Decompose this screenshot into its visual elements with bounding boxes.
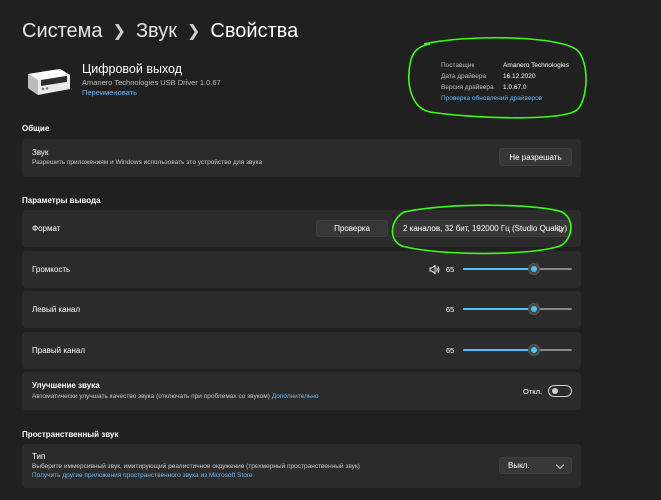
enhance-toggle[interactable] [548, 385, 572, 397]
right-channel-value: 65 [446, 346, 455, 355]
section-general-title: Общие [22, 124, 50, 133]
slider-thumb[interactable] [527, 263, 540, 275]
volume-slider[interactable] [463, 263, 572, 275]
enhance-audio-title: Улучшение звука [32, 381, 100, 390]
enhance-audio-card: Улучшение звука Автоматически улучшать к… [22, 372, 581, 410]
format-card: Формат Проверка 2 каналов, 32 бит, 19200… [22, 210, 581, 247]
enhance-toggle-state: Откл. [523, 387, 543, 396]
volume-title: Громкость [32, 265, 71, 274]
section-output-title: Параметры вывода [22, 196, 101, 205]
check-driver-updates-link[interactable]: Проверка обновлений драйверов [441, 95, 581, 106]
breadcrumb-system[interactable]: Система [22, 20, 103, 43]
chevron-right-icon: ❯ [186, 23, 201, 40]
left-channel-slider[interactable] [463, 303, 572, 315]
driver-version-value: 1.0.67.0 [503, 84, 527, 91]
breadcrumb-sound[interactable]: Звук [136, 20, 177, 43]
disallow-button[interactable]: Не разрешать [499, 148, 572, 166]
breadcrumb: Система ❯ Звук ❯ Свойства [22, 17, 298, 45]
format-select[interactable]: 2 каналов, 32 бит, 192000 Гц (Studio Qua… [394, 220, 572, 237]
device-name: Цифровой выход [82, 62, 183, 76]
volume-card: Громкость 65 [22, 251, 581, 288]
spatial-type-value: Выкл. [508, 461, 530, 470]
spatial-type-card: Тип Выберите иммерсивный звук, имитирующ… [22, 444, 581, 488]
device-driver: Amanero Technologies USB Driver 1.0.67 [82, 78, 221, 87]
volume-value: 65 [446, 265, 455, 274]
slider-thumb[interactable] [527, 344, 540, 356]
left-channel-value: 65 [446, 305, 455, 314]
right-channel-card: Правый канал 65 [22, 332, 581, 369]
left-channel-title: Левый канал [32, 305, 81, 314]
enhance-audio-desc: Автоматически улучшать качество звука (о… [32, 393, 319, 400]
spatial-type-desc: Выберите иммерсивный звук, имитирующий р… [32, 463, 360, 470]
test-button[interactable]: Проверка [316, 220, 388, 237]
chevron-down-icon [555, 460, 565, 469]
enhance-advanced-link[interactable]: Дополнительно [272, 393, 319, 400]
chevron-right-icon: ❯ [112, 23, 126, 40]
spatial-type-select[interactable]: Выкл. [499, 457, 572, 474]
format-title: Формат [32, 224, 61, 233]
page-title: Свойства [210, 19, 299, 42]
right-channel-title: Правый канал [32, 346, 85, 355]
audio-permission-title: Звук [32, 148, 49, 157]
provider-label: Поставщик [441, 62, 475, 69]
section-spatial-title: Пространственный звук [22, 430, 119, 439]
spatial-store-link[interactable]: Получить другие приложения пространствен… [32, 472, 253, 479]
spatial-type-title: Тип [32, 452, 46, 461]
driver-date-label: Дата драйвера [441, 73, 487, 80]
speaker-icon[interactable] [429, 264, 440, 275]
provider-value: Amanero Technologies [503, 62, 570, 69]
driver-date-value: 16.12.2020 [503, 73, 536, 80]
audio-device-icon [28, 69, 70, 95]
slider-thumb[interactable] [527, 303, 540, 315]
enhance-audio-desc-text: Автоматически улучшать качество звука (о… [32, 393, 270, 400]
right-channel-slider[interactable] [463, 344, 572, 356]
audio-permission-card: Звук Разрешить приложениям и Windows исп… [22, 139, 581, 177]
format-select-value: 2 каналов, 32 бит, 192000 Гц (Studio Qua… [403, 224, 568, 233]
left-channel-card: Левый канал 65 [22, 291, 581, 328]
audio-permission-desc: Разрешить приложениям и Windows использо… [32, 159, 263, 166]
rename-link[interactable]: Переименовать [82, 88, 137, 97]
driver-version-label: Версия драйвера [441, 84, 494, 91]
driver-info: Поставщик Amanero Technologies Дата драй… [441, 62, 581, 106]
